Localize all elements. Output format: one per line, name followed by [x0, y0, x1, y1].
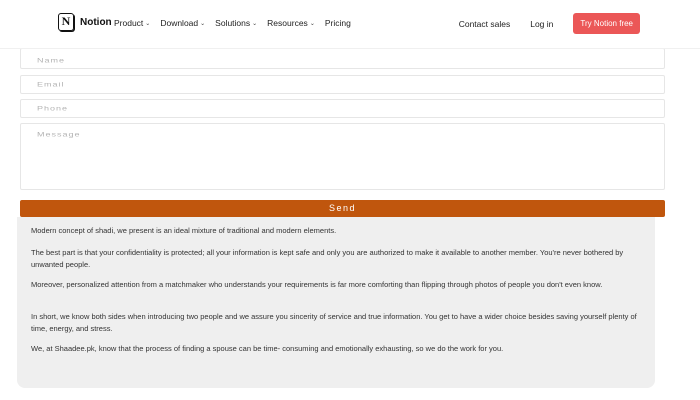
paragraph-sincerity: In short, we know both sides when introd… [31, 312, 637, 333]
nav-product[interactable]: Product ⌄ [114, 18, 150, 28]
message-field[interactable]: Message [20, 123, 665, 190]
email-field[interactable]: Email [20, 75, 665, 94]
chevron-down-icon: ⌄ [252, 20, 258, 27]
email-placeholder: Email [37, 80, 65, 88]
nav-solutions-label: Solutions [215, 18, 251, 28]
phone-placeholder: Phone [37, 104, 69, 112]
notion-logo-icon: N [58, 13, 74, 31]
nav-resources-label: Resources [267, 18, 308, 28]
nav-pricing-label: Pricing [324, 18, 351, 28]
message-placeholder: Message [37, 130, 81, 138]
about-content-panel: Modern concept of shadi, we present is a… [17, 217, 655, 388]
name-placeholder: Name [37, 56, 66, 64]
paragraph-confidentiality: The best part is that your confidentiali… [31, 248, 624, 269]
send-button[interactable]: Send [20, 200, 665, 217]
paragraph-intro: Modern concept of shadi, we present is a… [31, 226, 337, 235]
brand-name: Notion [80, 16, 112, 28]
nav-actions: Contact sales Log in Try Notion free [459, 13, 640, 34]
chevron-down-icon: ⌄ [200, 20, 206, 27]
paragraph-we-do-the-work: We, at Shaadee.pk, know that the process… [31, 344, 504, 353]
chevron-down-icon: ⌄ [309, 20, 315, 27]
try-notion-free-button[interactable]: Try Notion free [573, 13, 640, 34]
login-link[interactable]: Log in [530, 19, 553, 29]
contact-sales-link[interactable]: Contact sales [459, 19, 511, 29]
top-navbar: N Notion Product ⌄ Download ⌄ Solutions … [0, 0, 700, 49]
chevron-down-icon: ⌄ [145, 20, 151, 27]
nav-pricing[interactable]: Pricing [325, 18, 351, 28]
name-field[interactable]: Name [20, 48, 665, 69]
nav-product-label: Product [114, 18, 144, 28]
nav-download-label: Download [160, 18, 199, 28]
nav-links: Product ⌄ Download ⌄ Solutions ⌄ Resourc… [114, 18, 351, 28]
nav-resources[interactable]: Resources ⌄ [267, 18, 315, 28]
brand-home-link[interactable]: N Notion [58, 13, 112, 31]
nav-download[interactable]: Download ⌄ [160, 18, 205, 28]
phone-field[interactable]: Phone [20, 99, 665, 118]
nav-solutions[interactable]: Solutions ⌄ [215, 18, 257, 28]
paragraph-matchmaker: Moreover, personalized attention from a … [31, 280, 603, 289]
